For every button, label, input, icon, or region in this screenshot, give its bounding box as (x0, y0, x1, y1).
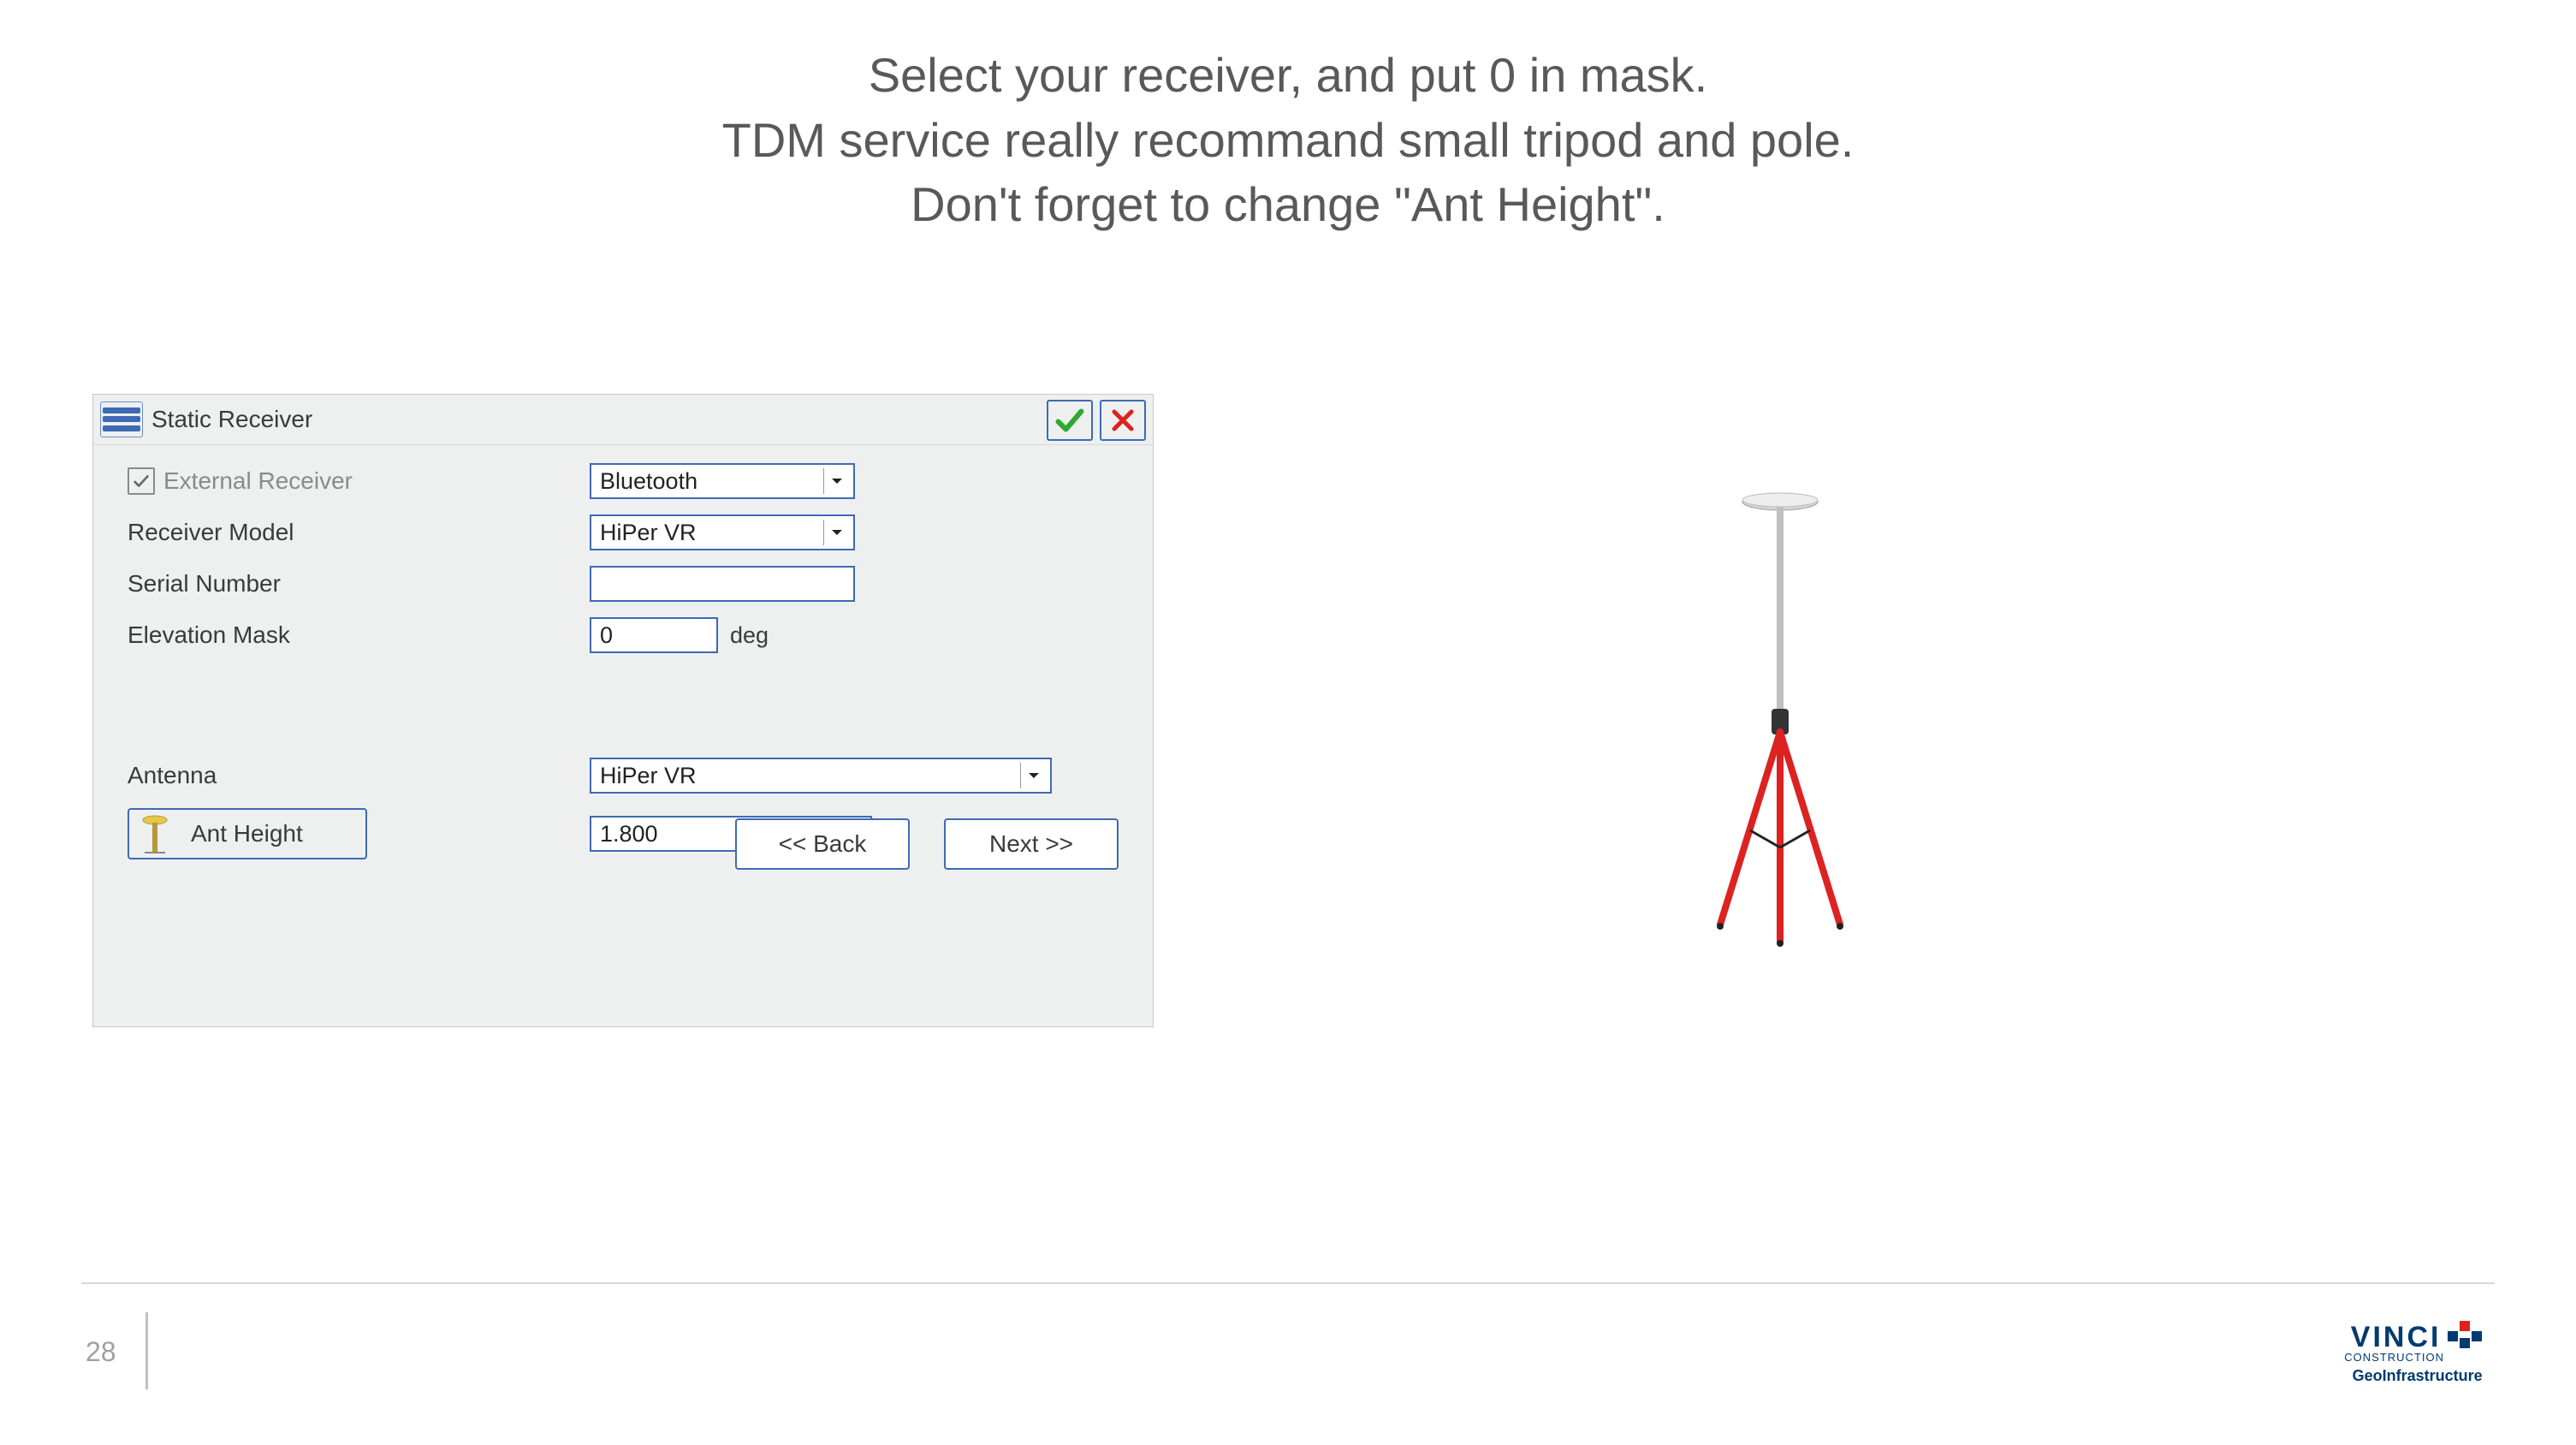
external-receiver-label-wrap: External Receiver (128, 467, 590, 495)
receiver-model-value: HiPer VR (600, 520, 697, 546)
check-icon (1054, 405, 1085, 436)
receiver-model-label: Receiver Model (128, 519, 590, 546)
menu-icon[interactable] (100, 401, 143, 437)
instruction-line-1: Select your receiver, and put 0 in mask. (0, 43, 2576, 108)
tripod-image (1695, 488, 1866, 950)
chevron-down-icon (823, 520, 850, 545)
receiver-model-select[interactable]: HiPer VR (590, 514, 855, 550)
next-button[interactable]: Next >> (944, 818, 1119, 870)
brand-mark-icon (2446, 1319, 2484, 1356)
chevron-down-icon (1020, 763, 1047, 788)
antenna-value: HiPer VR (600, 763, 697, 789)
serial-number-label: Serial Number (128, 570, 590, 598)
back-label: << Back (779, 830, 867, 858)
antenna-label: Antenna (128, 762, 590, 789)
antenna-pole-icon (138, 813, 172, 854)
brand-sub2: GeoInfrastructure (2344, 1367, 2490, 1385)
elevation-mask-value: 0 (600, 622, 613, 649)
instruction-text: Select your receiver, and put 0 in mask.… (0, 43, 2576, 237)
brand-logo: VINCI CONSTRUCTION GeoInfrastructure (2344, 1319, 2490, 1385)
static-receiver-dialog: Static Receiver External Receiver (92, 394, 1154, 1027)
external-receiver-checkbox[interactable] (128, 467, 155, 495)
ant-height-label: Ant Height (191, 820, 303, 847)
cancel-button[interactable] (1100, 400, 1146, 441)
back-button[interactable]: << Back (735, 818, 910, 870)
brand-name: VINCI (2351, 1321, 2442, 1354)
dialog-body: External Receiver Bluetooth Receiver Mod… (93, 445, 1153, 890)
connection-type-value: Bluetooth (600, 468, 697, 495)
footer-vertical-bar (145, 1312, 148, 1389)
elevation-mask-unit: deg (730, 622, 769, 649)
ant-height-wrap: Ant Height (128, 808, 590, 859)
ant-height-value: 1.800 (600, 821, 658, 847)
elevation-mask-input[interactable]: 0 (590, 617, 718, 653)
ant-height-button[interactable]: Ant Height (128, 808, 367, 859)
connection-type-select[interactable]: Bluetooth (590, 463, 855, 499)
elevation-mask-label: Elevation Mask (128, 621, 590, 649)
confirm-button[interactable] (1047, 400, 1093, 441)
instruction-line-2: TDM service really recommand small tripo… (0, 108, 2576, 173)
close-icon (1110, 407, 1136, 433)
dialog-title: Static Receiver (151, 406, 312, 433)
next-label: Next >> (989, 830, 1073, 858)
chevron-down-icon (823, 468, 850, 494)
dialog-header: Static Receiver (93, 395, 1153, 445)
external-receiver-label: External Receiver (163, 467, 353, 495)
footer-divider (81, 1282, 2495, 1284)
instruction-line-3: Don't forget to change "Ant Height". (0, 172, 2576, 237)
page-number: 28 (86, 1336, 116, 1368)
serial-number-input[interactable] (590, 566, 855, 602)
antenna-select[interactable]: HiPer VR (590, 758, 1052, 794)
